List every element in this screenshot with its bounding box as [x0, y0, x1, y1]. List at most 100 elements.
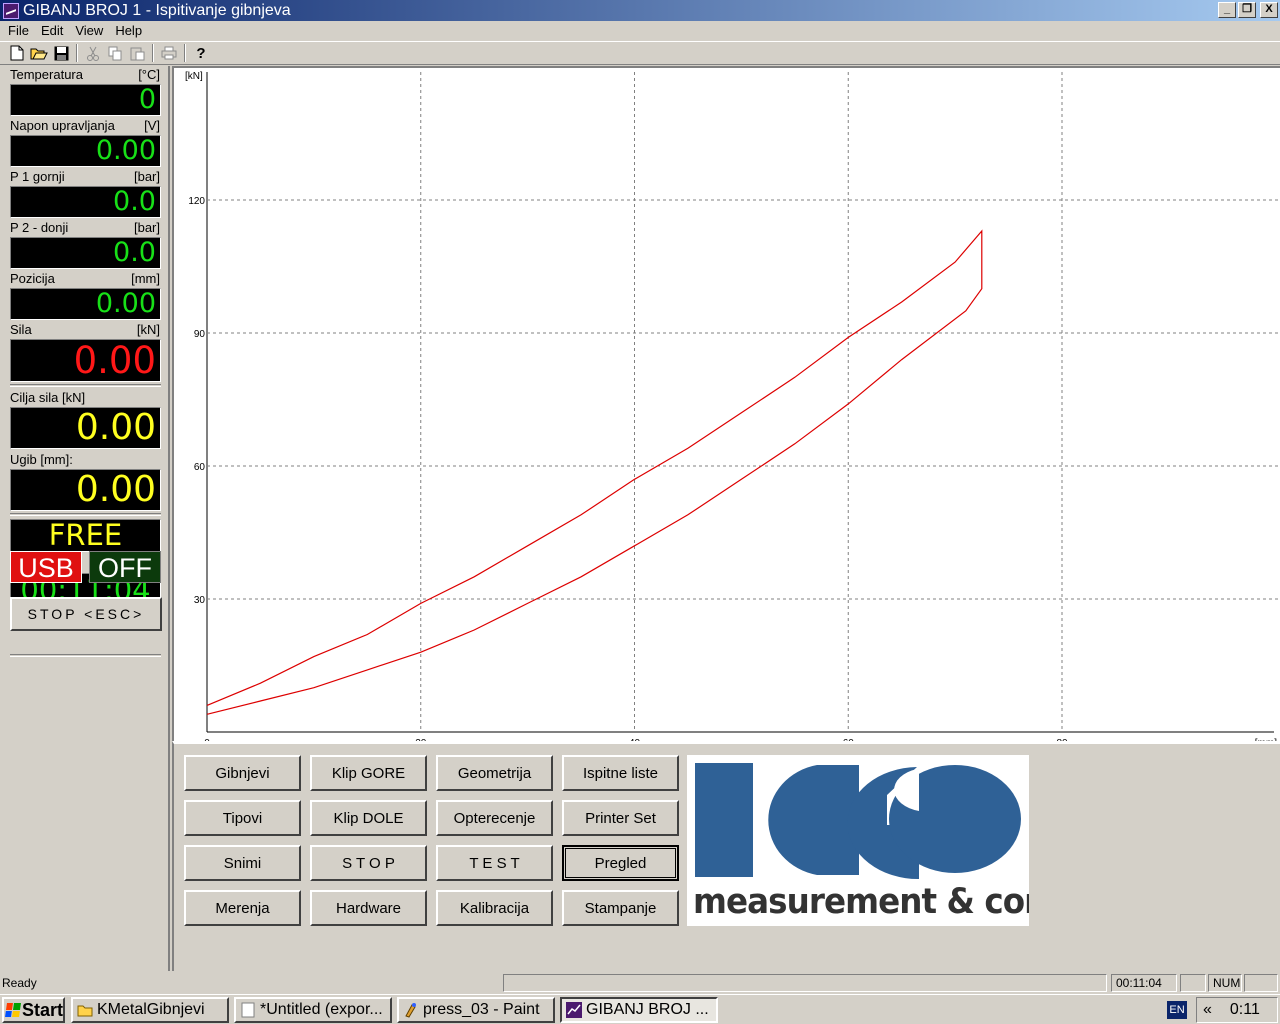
windows-logo-icon — [5, 1003, 21, 1017]
y-tick-label: 120 — [188, 196, 205, 207]
deflection-label: Ugib [mm]: — [10, 452, 73, 467]
print-icon[interactable] — [158, 43, 180, 63]
restore-button[interactable]: ❐ — [1238, 2, 1256, 18]
readout-label-row: Temperatura [°C] — [10, 67, 160, 82]
menu-view[interactable]: View — [69, 23, 109, 38]
position-label: Pozicija — [10, 271, 55, 286]
button-pregled[interactable]: Pregled — [562, 845, 679, 881]
paint-icon — [405, 1003, 416, 1018]
button-gibnjevi[interactable]: Gibnjevi — [184, 755, 301, 791]
divider — [10, 513, 161, 516]
button-merenja[interactable]: Merenja — [184, 890, 301, 926]
button-klip-gore[interactable]: Klip GORE — [310, 755, 427, 791]
paste-icon[interactable] — [126, 43, 148, 63]
open-folder-icon[interactable] — [28, 43, 50, 63]
p1-upper-label: P 1 gornji — [10, 169, 65, 184]
y-axis-label: [kN] — [185, 71, 203, 82]
status-pane — [1180, 974, 1206, 992]
status-pane — [1244, 974, 1278, 992]
menu-file[interactable]: File — [2, 23, 35, 38]
taskbar-item-gibanj[interactable]: GIBANJ BROJ ... — [560, 997, 718, 1023]
new-file-icon[interactable] — [6, 43, 28, 63]
menu-edit[interactable]: Edit — [35, 23, 69, 38]
position-unit: [mm] — [131, 271, 160, 286]
status-ready: Ready — [2, 976, 37, 990]
button-printer-set[interactable]: Printer Set — [562, 800, 679, 836]
button-s-t-o-p[interactable]: S T O P — [310, 845, 427, 881]
taskbar-item-kmetal[interactable]: KMetalGibnjevi — [71, 997, 229, 1023]
button-ispitne-liste[interactable]: Ispitne liste — [562, 755, 679, 791]
status-time: 00:11:04 — [1111, 974, 1177, 992]
divider — [10, 654, 161, 657]
p2-lower-label: P 2 - donji — [10, 220, 69, 235]
ics-logo-graphic — [695, 763, 1021, 880]
button-stampanje[interactable]: Stampanje — [562, 890, 679, 926]
system-tray: « 0:11 — [1196, 997, 1278, 1023]
force-deflection-chart: 020406080306090120[kN][mm] — [172, 66, 1280, 741]
taskbar-item-untitled[interactable]: *Untitled (expor... — [234, 997, 392, 1023]
app-icon — [3, 2, 19, 19]
help-icon[interactable]: ? — [190, 43, 212, 63]
position-display: 0.00 — [10, 288, 161, 320]
readout-label-row: P 1 gornji [bar] — [10, 169, 160, 184]
control-panel: Gibnjevi Klip GORE Geometrija Ispitne liste… — [172, 741, 1280, 971]
force-label: Sila — [10, 322, 32, 337]
usb-indicator: USB — [10, 551, 82, 583]
toolbar-separator — [76, 44, 78, 62]
folder-icon — [77, 1005, 93, 1017]
copy-icon[interactable] — [104, 43, 126, 63]
title-bar: GIBANJ BROJ 1 - Ispitivanje gibnjeva _ ❐… — [0, 0, 1280, 21]
usb-state-indicator: OFF — [89, 551, 161, 583]
taskbar-item-label: KMetalGibnjevi — [97, 1001, 205, 1018]
p2-lower-display: 0.0 — [10, 237, 161, 269]
taskbar-item-label: GIBANJ BROJ ... — [586, 1001, 709, 1018]
window-title: GIBANJ BROJ 1 - Ispitivanje gibnjeva — [23, 1, 291, 19]
toolbar-separator — [152, 44, 154, 62]
menu-help[interactable]: Help — [109, 23, 148, 38]
control-voltage-unit: [V] — [144, 118, 160, 133]
readout-label-row: Pozicija [mm] — [10, 271, 160, 286]
tray-expand-icon[interactable]: « — [1203, 1001, 1212, 1019]
readout-label-row: P 2 - donji [bar] — [10, 220, 160, 235]
temperature-display: 0 — [10, 84, 161, 116]
minimize-button[interactable]: _ — [1218, 2, 1236, 18]
readout-label-row: Sila [kN] — [10, 322, 160, 337]
button-kalibracija[interactable]: Kalibracija — [436, 890, 553, 926]
toolbar-separator — [184, 44, 186, 62]
start-button[interactable]: Start — [2, 997, 65, 1023]
taskbar-item-paint[interactable]: press_03 - Paint — [397, 997, 555, 1023]
status-num: NUM — [1208, 974, 1242, 992]
language-indicator[interactable]: EN — [1167, 1001, 1187, 1019]
document-icon — [241, 1002, 255, 1018]
readout-label-row: Napon upravljanja [V] — [10, 118, 160, 133]
p1-upper-unit: [bar] — [133, 169, 160, 184]
p2-lower-unit: [bar] — [133, 220, 160, 235]
window-controls: _ ❐ X — [1218, 2, 1278, 18]
button-tipovi[interactable]: Tipovi — [184, 800, 301, 836]
cut-icon[interactable] — [82, 43, 104, 63]
temperature-unit: [°C] — [138, 67, 160, 82]
taskbar-item-label: press_03 - Paint — [423, 1001, 540, 1018]
button-t-e-s-t[interactable]: T E S T — [436, 845, 553, 881]
button-geometrija[interactable]: Geometrija — [436, 755, 553, 791]
close-button[interactable]: X — [1260, 2, 1278, 18]
mode-display: FREE — [10, 519, 161, 552]
menu-bar: File Edit View Help — [0, 21, 1280, 40]
y-tick-label: 30 — [194, 595, 206, 606]
divider — [10, 384, 161, 387]
taskbar: Start KMetalGibnjevi *Untitled (expor...… — [0, 994, 1280, 1024]
y-tick-label: 60 — [194, 462, 206, 473]
button-klip-dole[interactable]: Klip DOLE — [310, 800, 427, 836]
status-pane — [503, 974, 1107, 992]
hysteresis-curve — [206, 229, 983, 715]
y-tick-label: 90 — [194, 329, 206, 340]
button-hardware[interactable]: Hardware — [310, 890, 427, 926]
readout-panel: Temperatura [°C] 0 Napon upravljanja [V]… — [0, 66, 170, 971]
stop-esc-button[interactable]: STOP <ESC> — [10, 597, 162, 631]
button-snimi[interactable]: Snimi — [184, 845, 301, 881]
start-label: Start — [21, 999, 63, 1020]
button-opterecenje[interactable]: Opterecenje — [436, 800, 553, 836]
save-icon[interactable] — [50, 43, 72, 63]
chart-svg: 020406080306090120[kN][mm] — [185, 71, 1278, 741]
status-bar: Ready 00:11:04 NUM — [0, 973, 1280, 993]
